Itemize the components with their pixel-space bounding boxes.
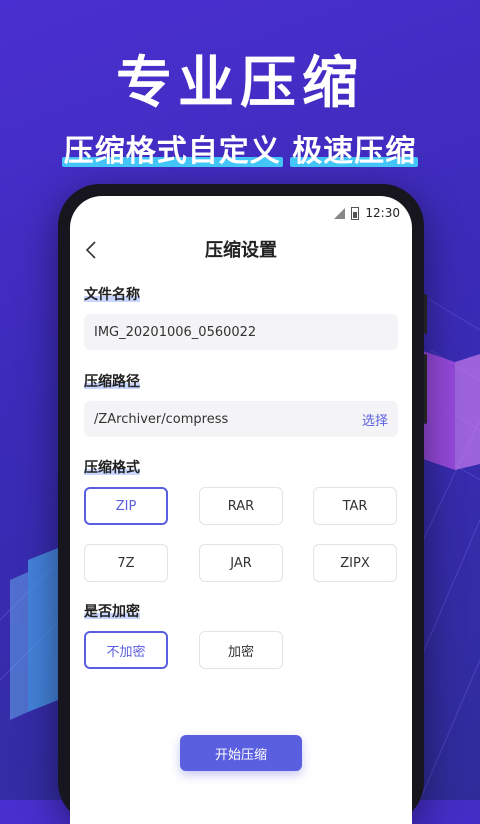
start-compress-button[interactable]: 开始压缩 [180, 735, 302, 771]
banner-subline-part2: 极速压缩 [292, 134, 417, 169]
banner-subline-part1: 压缩格式自定义 [63, 134, 281, 169]
status-bar: 12:30 [334, 205, 400, 221]
status-time: 12:30 [365, 206, 400, 220]
format-option-zip[interactable]: ZIP [84, 487, 168, 525]
format-option-rar[interactable]: RAR [199, 487, 283, 525]
nav-bar: 压缩设置 [70, 232, 412, 268]
app-screen: 12:30 压缩设置 文件名称 IMG_20201006_0560022 压缩路… [70, 196, 412, 824]
format-option-jar[interactable]: JAR [199, 544, 283, 582]
battery-icon [351, 206, 360, 220]
banner-subline: 压缩格式自定义 极速压缩 [0, 126, 480, 170]
encrypt-label: 是否加密 [84, 604, 140, 620]
phone-frame: 12:30 压缩设置 文件名称 IMG_20201006_0560022 压缩路… [58, 184, 427, 824]
format-option-zipx[interactable]: ZIPX [313, 544, 397, 582]
path-value: /ZArchiver/compress [94, 411, 229, 427]
signal-icon [334, 207, 346, 219]
page-title: 压缩设置 [205, 240, 277, 261]
banner-headline: 专业压缩 [116, 51, 364, 116]
file-name-value: IMG_20201006_0560022 [94, 324, 257, 340]
volume-button [424, 294, 427, 334]
path-field: /ZArchiver/compress 选择 [84, 401, 398, 437]
file-name-label: 文件名称 [84, 287, 140, 303]
power-button [424, 354, 427, 424]
choose-path-button[interactable]: 选择 [362, 410, 388, 429]
format-option-7z[interactable]: 7Z [84, 544, 168, 582]
file-name-input[interactable]: IMG_20201006_0560022 [84, 314, 398, 350]
format-option-tar[interactable]: TAR [313, 487, 397, 525]
encrypt-option-none[interactable]: 不加密 [84, 631, 168, 669]
encrypt-option-encrypt[interactable]: 加密 [199, 631, 283, 669]
format-label: 压缩格式 [84, 460, 140, 476]
path-label: 压缩路径 [84, 374, 140, 390]
